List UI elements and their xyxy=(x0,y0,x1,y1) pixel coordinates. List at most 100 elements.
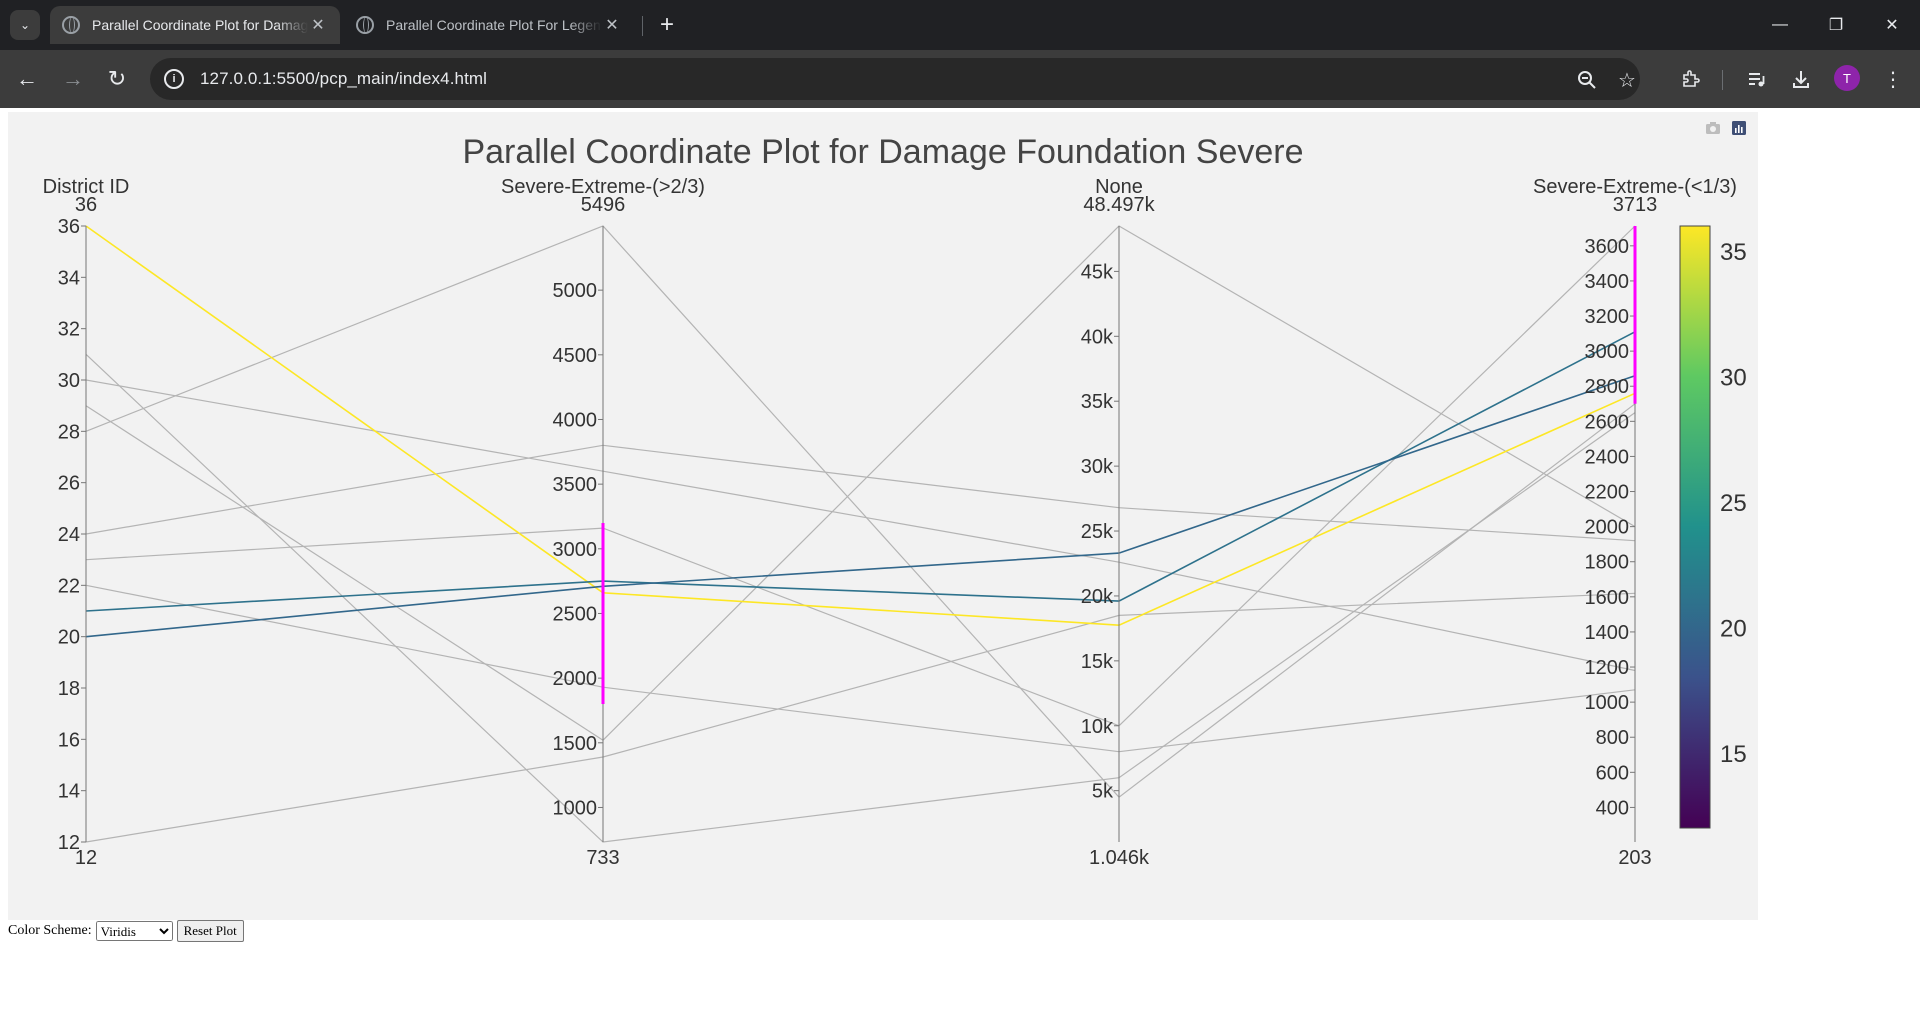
tick-label: 3000 xyxy=(553,539,598,561)
color-scheme-select[interactable]: Viridis xyxy=(95,921,173,941)
tick-label: 20k xyxy=(1081,586,1114,608)
plot-controls: Color Scheme: Viridis Reset Plot xyxy=(8,918,244,944)
tick-label: 22 xyxy=(58,575,80,597)
data-line[interactable] xyxy=(85,444,1636,542)
chart-title: Parallel Coordinate Plot for Damage Foun… xyxy=(462,133,1303,171)
tick-label: 3200 xyxy=(1585,306,1630,328)
tick-label: 1600 xyxy=(1585,587,1630,609)
browser-menu-icon[interactable]: ⋮ xyxy=(1878,64,1908,94)
tick-label: 2500 xyxy=(553,603,598,625)
bookmark-star-icon[interactable]: ☆ xyxy=(1614,67,1640,93)
tick-label: 3400 xyxy=(1585,271,1630,293)
tick-label: 5000 xyxy=(553,280,598,302)
reload-icon: ↻ xyxy=(107,66,127,91)
restore-button[interactable]: ❐ xyxy=(1808,0,1864,50)
tab-search-button[interactable]: ⌄ xyxy=(10,10,40,40)
tick-label: 34 xyxy=(58,267,80,289)
address-bar[interactable]: i 127.0.0.1:5500/pcp_main/index4.html ☆ xyxy=(150,58,1640,100)
tick-label: 10k xyxy=(1081,716,1114,738)
tab-title: Parallel Coordinate Plot For Legends xyxy=(386,17,602,33)
toolbar-divider xyxy=(1722,70,1723,90)
tick-label: 28 xyxy=(58,421,80,443)
colorbar-tick-label: 25 xyxy=(1720,490,1747,517)
tick-label: 4500 xyxy=(553,345,598,367)
tab-active[interactable]: Parallel Coordinate Plot for Damage Foun… xyxy=(50,6,340,44)
tab-bar: ⌄ Parallel Coordinate Plot for Damage Fo… xyxy=(0,0,1920,50)
tick-label: 2600 xyxy=(1585,411,1630,433)
tick-label: 20 xyxy=(58,627,80,649)
tick-label: 5k xyxy=(1092,781,1114,803)
tick-label: 36 xyxy=(58,216,80,238)
arrow-left-icon: ← xyxy=(16,66,38,91)
tick-label: 32 xyxy=(58,319,80,341)
parallel-coordinates-chart[interactable]: Parallel Coordinate Plot for Damage Foun… xyxy=(8,112,1758,920)
tick-label: 1200 xyxy=(1585,657,1630,679)
plotly-logo-icon[interactable] xyxy=(1730,120,1748,136)
chevron-down-icon: ⌄ xyxy=(19,18,31,32)
globe-icon xyxy=(356,16,374,34)
colorbar-tick-label: 35 xyxy=(1720,239,1747,266)
page-content: Parallel Coordinate Plot for Damage Foun… xyxy=(0,108,1920,1020)
colorbar-tick-label: 30 xyxy=(1720,365,1747,392)
axis-max-label: 48.497k xyxy=(1083,194,1155,216)
url-text[interactable]: 127.0.0.1:5500/pcp_main/index4.html xyxy=(200,69,487,89)
tick-label: 16 xyxy=(58,729,80,751)
colorbar xyxy=(1679,225,1711,829)
tick-label: 45k xyxy=(1081,261,1114,283)
colorbar-tick-label: 15 xyxy=(1720,741,1747,768)
axis-max-label: 3713 xyxy=(1613,194,1658,216)
data-line-selected[interactable] xyxy=(85,225,1636,627)
tick-label: 800 xyxy=(1596,727,1629,749)
browser-toolbar: ← → ↻ i 127.0.0.1:5500/pcp_main/index4.h… xyxy=(0,50,1920,108)
tick-label: 3500 xyxy=(553,474,598,496)
forward-button[interactable]: → xyxy=(58,64,88,94)
tick-label: 2000 xyxy=(1585,517,1630,539)
tick-label: 14 xyxy=(58,781,80,803)
window-close-button[interactable]: ✕ xyxy=(1864,0,1920,50)
profile-avatar[interactable]: T xyxy=(1834,65,1860,91)
tick-label: 1000 xyxy=(553,797,598,819)
media-control-icon[interactable] xyxy=(1742,64,1772,94)
tick-label: 400 xyxy=(1596,797,1629,819)
download-icon[interactable] xyxy=(1786,64,1816,94)
tick-label: 30k xyxy=(1081,456,1114,478)
color-scheme-label: Color Scheme: xyxy=(8,923,92,938)
data-line[interactable] xyxy=(85,225,1636,799)
reset-plot-button[interactable]: Reset Plot xyxy=(176,920,244,942)
tick-label: 1400 xyxy=(1585,622,1630,644)
axis-max-label: 5496 xyxy=(581,194,626,216)
tick-label: 2400 xyxy=(1585,446,1630,468)
tick-label: 2000 xyxy=(553,668,598,690)
minimize-button[interactable]: — xyxy=(1752,0,1808,50)
new-tab-button[interactable]: + xyxy=(652,10,682,40)
plot-container: Parallel Coordinate Plot for Damage Foun… xyxy=(8,112,1758,920)
tick-label: 4000 xyxy=(553,409,598,431)
tab-title: Parallel Coordinate Plot for Damage Foun… xyxy=(92,17,308,33)
colorbar-tick-label: 20 xyxy=(1720,615,1747,642)
tick-label: 30 xyxy=(58,370,80,392)
arrow-right-icon: → xyxy=(62,66,84,91)
axis-min-label: 1.046k xyxy=(1089,847,1150,869)
zoom-icon[interactable] xyxy=(1574,67,1600,93)
data-line[interactable] xyxy=(85,225,1636,741)
site-info-icon[interactable]: i xyxy=(164,69,184,89)
tick-label: 2200 xyxy=(1585,482,1630,504)
tick-label: 3600 xyxy=(1585,236,1630,258)
tick-label: 2800 xyxy=(1585,376,1630,398)
tick-label: 1800 xyxy=(1585,552,1630,574)
tick-label: 18 xyxy=(58,678,80,700)
tick-label: 1500 xyxy=(553,733,598,755)
tab-close-icon[interactable]: ✕ xyxy=(602,15,622,35)
tick-label: 1000 xyxy=(1585,692,1630,714)
reload-button[interactable]: ↻ xyxy=(102,64,132,94)
extensions-icon[interactable] xyxy=(1676,64,1706,94)
data-line[interactable] xyxy=(85,584,1636,753)
tick-label: 600 xyxy=(1596,762,1629,784)
axis-min-label: 203 xyxy=(1618,847,1651,869)
camera-icon[interactable] xyxy=(1704,120,1722,136)
tab-close-icon[interactable]: ✕ xyxy=(308,15,328,35)
tick-label: 40k xyxy=(1081,326,1114,348)
back-button[interactable]: ← xyxy=(12,64,42,94)
tab-inactive[interactable]: Parallel Coordinate Plot For Legends ✕ xyxy=(344,6,634,44)
tick-label: 3000 xyxy=(1585,341,1630,363)
